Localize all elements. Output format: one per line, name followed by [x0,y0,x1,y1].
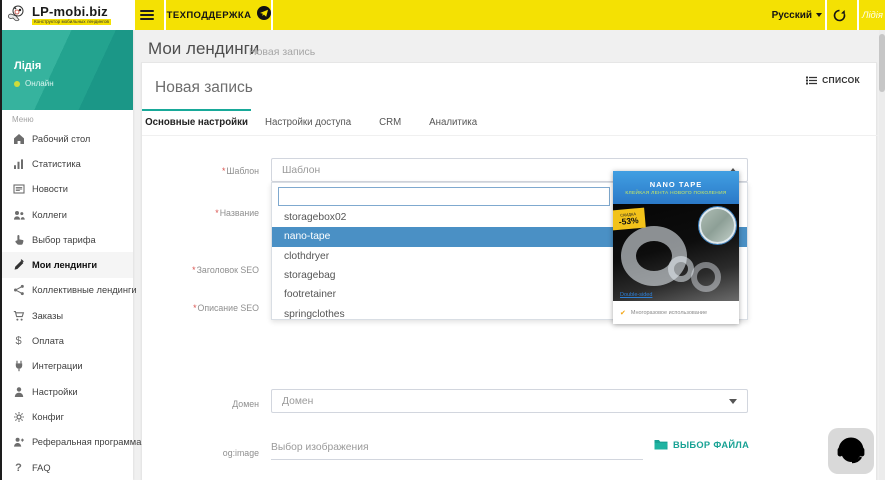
share-icon [12,284,25,297]
sidebar-item-news[interactable]: Новости [0,177,133,202]
settings-user-icon [12,385,25,398]
sidebar-item-payment[interactable]: $ Оплата [0,328,133,353]
profile-name: Лідія [14,60,42,72]
brand-logo[interactable]: LP-mobi.biz Конструктор мобильных лендин… [0,0,133,30]
choose-file-button[interactable]: ВЫБОР ФАЙЛА [654,439,749,450]
desktop-icon [12,132,25,145]
topbar: LP-mobi.biz Конструктор мобильных лендин… [0,0,885,30]
page-title: Мои лендинги [148,39,260,58]
sidebar-profile: Лідія Онлайн [0,30,133,110]
topbar-separator [133,0,135,30]
domain-field-label: Домен [232,399,259,409]
language-selector[interactable]: Русский [772,0,822,30]
preview-link-text: Double-sided [620,292,653,298]
preview-subtitle: КЛЕЙКАЯ ЛЕНТА НОВОГО ПОКОЛЕНИЯ [625,190,727,196]
brand-dog-icon [7,4,27,27]
seo-title-field-label: *Заголовок SEO [192,265,259,275]
sidebar-item-orders[interactable]: Заказы [0,303,133,328]
sidebar-item-referral[interactable]: Реферальная программа [0,430,141,455]
active-tab-indicator [142,109,251,111]
name-field-label: *Название [215,208,259,218]
preview-header: NANO TAPE КЛЕЙКАЯ ЛЕНТА НОВОГО ПОКОЛЕНИЯ [613,171,739,204]
template-field-label: *Шаблон [221,166,259,176]
topbar-separator [271,0,273,30]
sidebar-item-colleagues[interactable]: Коллеги [0,202,133,227]
preview-title: NANO TAPE [649,179,703,189]
menu-section-label: Меню [12,115,34,124]
sidebar-item-faq[interactable]: ? FAQ [0,455,133,480]
tab-crm[interactable]: CRM [365,109,415,135]
sidebar-item-integrations[interactable]: Интеграции [0,354,133,379]
list-icon [806,76,818,84]
payment-dollar-icon: $ [15,335,22,348]
preview-feature-text: Многоразовое использование [630,309,707,316]
colleagues-icon [12,208,25,221]
og-image-input[interactable] [271,436,643,460]
sidebar-item-my-landings[interactable]: Мои лендинги [0,252,133,278]
my-landings-icon [12,259,25,272]
support-button[interactable]: ТЕХПОДДЕРЖКА [166,0,272,30]
integrations-plug-icon [12,360,25,373]
tab-analytics[interactable]: Аналитика [415,109,491,135]
config-gears-icon [12,410,25,423]
sidebar: Лідія Онлайн Меню Рабочий стол Статистик… [0,30,141,480]
headset-icon [837,437,865,464]
online-status-label: Онлайн [25,79,54,88]
tab-main-settings[interactable]: Основные настройки [142,109,251,135]
topbar-separator [857,0,859,30]
faq-question-icon: ? [15,461,22,474]
refresh-button[interactable] [827,0,851,30]
brand-name: LP-mobi.biz [32,3,108,19]
telegram-icon [257,5,272,25]
language-label: Русский [771,9,812,21]
tab-bar: Основные настройки Настройки доступа CRM… [142,109,878,136]
topbar-username[interactable]: Лідія [862,0,883,30]
page-scrollbar [879,30,885,480]
tab-access-settings[interactable]: Настройки доступа [251,109,365,135]
discount-badge: СКИДКА -53% [613,207,646,231]
stats-icon [12,157,25,170]
news-icon [12,183,25,196]
support-label: ТЕХПОДДЕРЖКА [166,9,252,21]
preview-product-image: СКИДКА -53% Double-sided [613,204,739,301]
domain-select-placeholder: Домен [282,395,314,407]
orders-cart-icon [12,309,25,322]
sidebar-item-config[interactable]: Конфиг [0,404,133,429]
screen-edge [0,0,2,480]
og-image-field-label: og:image [222,448,259,458]
online-status-dot [14,80,20,87]
breadcrumb: Новая запись [249,46,316,58]
list-button[interactable]: СПИСОК [806,75,860,85]
tape-roll-small [691,262,721,292]
caret-down-icon [729,398,737,404]
sidebar-item-tariff[interactable]: Выбор тарифа [0,227,133,252]
sidebar-item-desktop[interactable]: Рабочий стол [0,126,133,151]
domain-select[interactable]: Домен [271,389,748,413]
profile-status: Онлайн [14,79,54,88]
sidebar-item-collective-landings[interactable]: Коллективные лендинги [0,278,137,303]
card-title: Новая запись [155,79,253,96]
preview-inset-photo [699,207,736,244]
chevron-down-icon [816,13,822,17]
seo-description-field-label: *Описание SEO [193,303,259,313]
scrollbar-thumb[interactable] [879,34,885,92]
refresh-icon [833,9,845,21]
sidebar-menu: Рабочий стол Статистика Новости Коллеги … [0,126,141,480]
folder-icon [654,440,668,450]
sidebar-item-settings[interactable]: Настройки [0,379,133,404]
dropdown-search-input[interactable] [278,187,610,206]
sidebar-item-statistics[interactable]: Статистика [0,151,133,176]
record-card: Новая запись СПИСОК Основные настройки Н… [141,62,878,480]
preview-footer: ✔ Многоразовое использование [613,301,739,324]
support-chat-widget[interactable] [828,428,874,474]
hamburger-menu-icon[interactable] [140,8,154,22]
referral-user-plus-icon [12,436,25,449]
tariff-hand-icon [12,233,25,246]
template-preview-thumbnail: NANO TAPE КЛЕЙКАЯ ЛЕНТА НОВОГО ПОКОЛЕНИЯ… [613,171,739,324]
check-icon: ✔ [620,309,626,317]
brand-tagline: Конструктор мобильных лендингов [32,18,111,26]
